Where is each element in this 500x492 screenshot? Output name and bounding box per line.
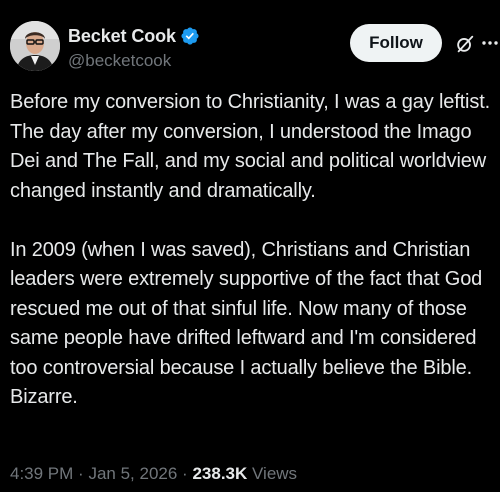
views-count[interactable]: 238.3K: [192, 464, 247, 483]
post-date[interactable]: Jan 5, 2026: [88, 464, 177, 483]
post-paragraph: Before my conversion to Christianity, I …: [10, 91, 491, 202]
more-options-icon[interactable]: [480, 33, 500, 53]
views-label: Views: [252, 464, 298, 483]
avatar[interactable]: [10, 21, 60, 71]
author-handle[interactable]: @becketcook: [68, 50, 200, 72]
meta-separator: ·: [182, 464, 188, 483]
avatar-image: [10, 21, 60, 71]
display-name[interactable]: Becket Cook: [68, 24, 176, 48]
display-name-row: Becket Cook: [68, 24, 200, 48]
follow-button[interactable]: Follow: [350, 24, 442, 62]
verified-badge-icon[interactable]: [180, 26, 200, 46]
grok-icon[interactable]: [454, 33, 476, 55]
post-header: Becket Cook @becketcook Follow: [10, 21, 498, 73]
post-metadata: 4:39 PM · Jan 5, 2026 · 238.3K Views: [10, 463, 297, 485]
meta-separator: ·: [78, 464, 84, 483]
post-text: Before my conversion to Christianity, I …: [10, 88, 495, 413]
post: Becket Cook @becketcook Follow Before my…: [0, 0, 500, 492]
author-names: Becket Cook @becketcook: [68, 24, 200, 72]
post-time[interactable]: 4:39 PM: [10, 464, 73, 483]
post-paragraph: In 2009 (when I was saved), Christians a…: [10, 238, 483, 409]
